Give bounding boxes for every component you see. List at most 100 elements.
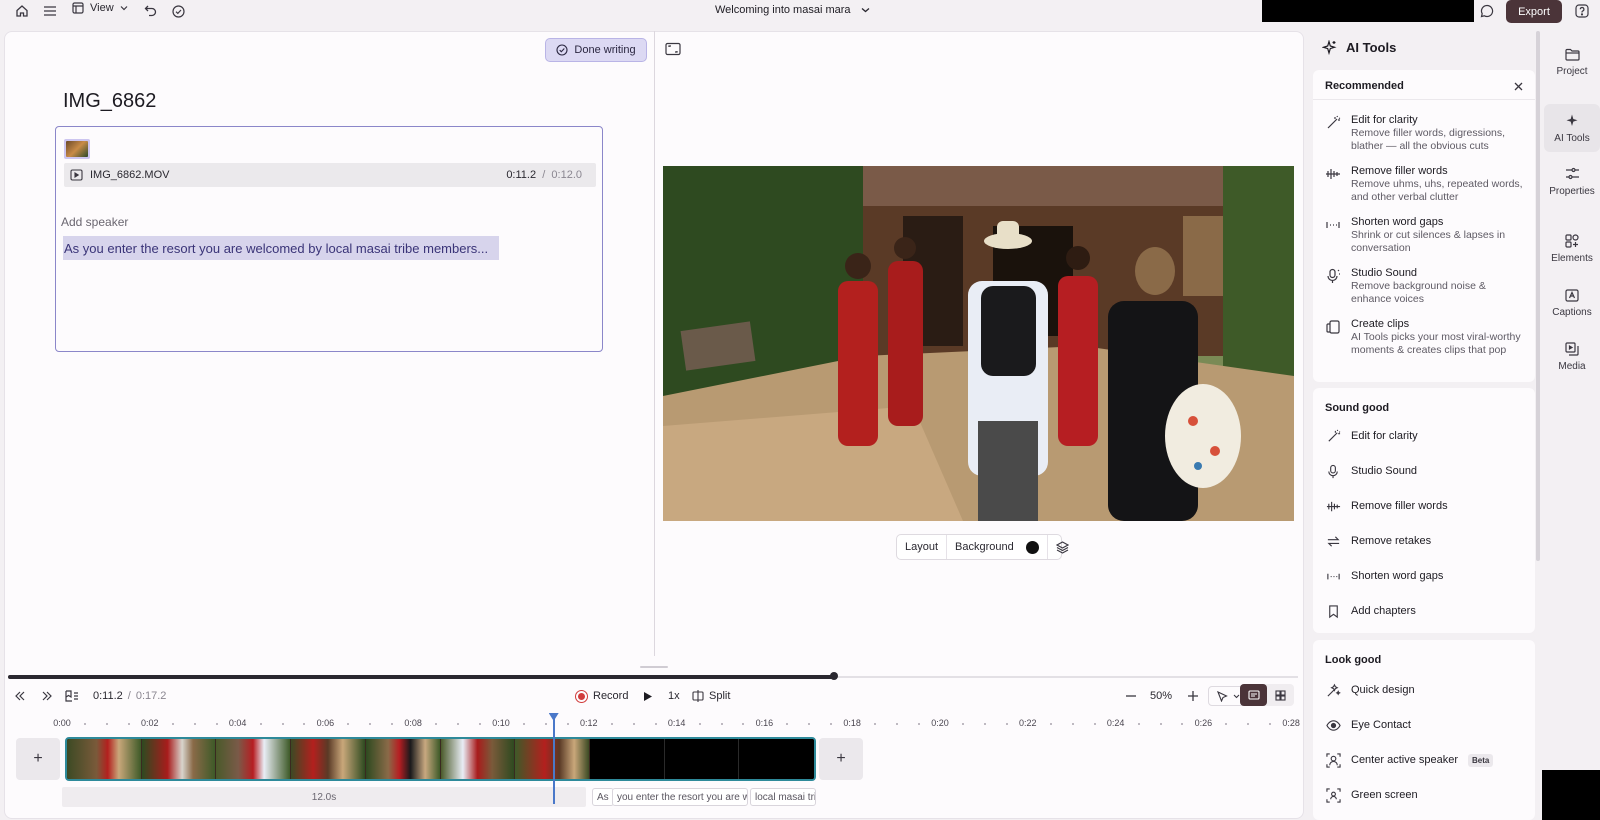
tool-green-screen[interactable]: Green screen (1325, 785, 1418, 805)
layout-button[interactable]: Layout (897, 535, 948, 559)
tool-label: Green screen (1351, 789, 1418, 801)
export-button[interactable]: Export (1506, 0, 1562, 23)
tool-label: Edit for clarity (1351, 430, 1418, 442)
rail-label: Captions (1552, 306, 1592, 318)
tool-title: Remove filler words (1351, 165, 1448, 177)
ruler-tick: 0:22 (1019, 718, 1037, 728)
add-speaker-button[interactable]: Add speaker (61, 215, 128, 229)
ruler-tick: 0:18 (843, 718, 861, 728)
recommended-title: Recommended (1325, 80, 1404, 92)
tool-label: Shorten word gaps (1351, 570, 1444, 582)
word-gap-icon (1325, 568, 1341, 584)
tool-shorten-word-gaps[interactable]: Shorten word gaps (1325, 566, 1443, 586)
timeline-ruler[interactable]: 0:00 0:02 0:04 0:06 0:08 0:10 0:12 0:14 0:16 0:18… (8, 716, 1300, 732)
recommended-studio-sound[interactable]: Studio Sound Remove background noise & en… (1325, 267, 1525, 306)
clip-time-total: 0:12.0 (551, 169, 582, 181)
panel-scrollbar[interactable] (1536, 31, 1540, 561)
tool-label: Studio Sound (1351, 465, 1418, 477)
layers-icon[interactable] (1048, 535, 1077, 559)
tool-remove-retakes[interactable]: Remove retakes (1325, 531, 1431, 551)
progress-knob[interactable] (829, 672, 838, 680)
tool-quick-design[interactable]: Quick design (1325, 680, 1415, 700)
magic-wand-icon (1327, 115, 1341, 129)
gap-block[interactable]: 12.0s (62, 787, 586, 807)
comment-icon[interactable] (1476, 0, 1498, 22)
ai-tools-header: AI Tools (1322, 40, 1396, 55)
play-icon (644, 691, 652, 701)
script-block[interactable]: IMG_6862.MOV 0:11.2 / 0:12.0 Add speaker… (55, 126, 603, 352)
tool-title: Studio Sound (1351, 267, 1418, 279)
rail-ai-tools[interactable]: AI Tools (1544, 104, 1600, 152)
subtitle-chunk[interactable]: you enter the resort you are wel (612, 788, 748, 806)
resize-handle[interactable] (640, 666, 668, 668)
recommended-create-clips[interactable]: Create clips AI Tools picks your most vir… (1325, 318, 1525, 357)
zoom-out-icon[interactable] (1126, 686, 1136, 706)
ruler-minor-tick (566, 723, 569, 725)
chapters-icon[interactable] (65, 686, 79, 706)
tool-add-chapters[interactable]: Add chapters (1325, 601, 1416, 621)
rail-media[interactable]: Media (1544, 333, 1600, 381)
rail-elements[interactable]: Elements (1544, 225, 1600, 273)
view-menu[interactable]: View (72, 2, 128, 14)
tool-studio-sound[interactable]: Studio Sound (1325, 461, 1417, 481)
recommended-remove-filler-words[interactable]: Remove filler words Remove uhms, uhs, rep… (1325, 165, 1525, 204)
clip-row[interactable]: IMG_6862.MOV 0:11.2 / 0:12.0 (64, 163, 596, 187)
project-title-dropdown[interactable]: Welcoming into masai mara (715, 4, 870, 16)
video-frame-image (663, 166, 1294, 521)
play-button[interactable] (643, 686, 653, 706)
clip-frame (365, 739, 441, 779)
tool-edit-for-clarity[interactable]: Edit for clarity (1325, 426, 1418, 446)
rail-project[interactable]: Project (1544, 38, 1600, 86)
help-icon[interactable] (1571, 0, 1593, 22)
subtitle-chunk[interactable]: As (592, 788, 614, 806)
tool-eye-contact[interactable]: Eye Contact (1325, 715, 1411, 735)
rail-captions[interactable]: Captions (1544, 279, 1600, 327)
timecode-separator: / (127, 690, 131, 702)
timecode: 0:11.2 / 0:17.2 (93, 686, 166, 706)
grid-view-icon[interactable] (1267, 684, 1294, 706)
undo-icon[interactable] (139, 0, 161, 22)
tool-label: Quick design (1351, 684, 1415, 696)
zoom-in-icon[interactable] (1188, 686, 1198, 706)
clip-thumbnail[interactable] (64, 139, 90, 159)
doc-title[interactable]: IMG_6862 (63, 90, 156, 113)
menu-icon[interactable] (39, 0, 61, 22)
ruler-minor-tick (544, 723, 547, 725)
recommended-edit-for-clarity[interactable]: Edit for clarity Remove filler words, dig… (1325, 114, 1525, 153)
tool-remove-filler-words[interactable]: Remove filler words (1325, 496, 1448, 516)
check-circle-icon[interactable] (167, 0, 189, 22)
background-button[interactable]: Background (947, 535, 1048, 559)
aspect-ratio-icon[interactable] (665, 42, 681, 56)
ruler-minor-tick (522, 723, 525, 725)
clip-frame (216, 739, 292, 779)
add-clip-after-button[interactable]: + (819, 738, 863, 780)
subtitle-chunk[interactable]: local masai trib (750, 788, 816, 806)
add-clip-before-button[interactable]: + (16, 738, 60, 780)
ruler-tick: 0:06 (316, 718, 335, 728)
skip-back-icon[interactable] (14, 686, 26, 706)
tool-title: Edit for clarity (1351, 114, 1418, 126)
home-icon[interactable] (11, 0, 33, 22)
ruler-minor-tick (1137, 723, 1140, 725)
ruler-tick: 0:10 (492, 718, 510, 728)
tool-center-active-speaker[interactable]: Center active speaker Beta (1325, 750, 1494, 770)
done-writing-button[interactable]: Done writing (545, 38, 647, 62)
playhead[interactable] (552, 716, 555, 804)
list-view-icon[interactable] (1240, 684, 1267, 706)
skip-forward-icon[interactable] (41, 686, 53, 706)
ruler-minor-tick (347, 723, 350, 725)
playback-speed-button[interactable]: 1x (668, 686, 680, 706)
recommended-shorten-word-gaps[interactable]: Shorten word gaps Shrink or cut silences … (1325, 216, 1525, 255)
video-clip-strip[interactable] (65, 737, 816, 781)
sparkle-icon (1566, 114, 1577, 126)
split-divider[interactable] (654, 31, 655, 656)
script-text[interactable]: As you enter the resort you are welcomed… (63, 236, 499, 260)
split-button[interactable]: Split (692, 686, 730, 706)
record-button[interactable]: Record (575, 686, 628, 706)
video-preview[interactable] (663, 166, 1294, 521)
card-divider (1313, 99, 1535, 100)
close-icon[interactable] (1514, 82, 1523, 91)
ruler-minor-tick (896, 723, 899, 725)
tool-label: Center active speaker (1351, 754, 1458, 766)
rail-properties[interactable]: Properties (1544, 158, 1600, 206)
